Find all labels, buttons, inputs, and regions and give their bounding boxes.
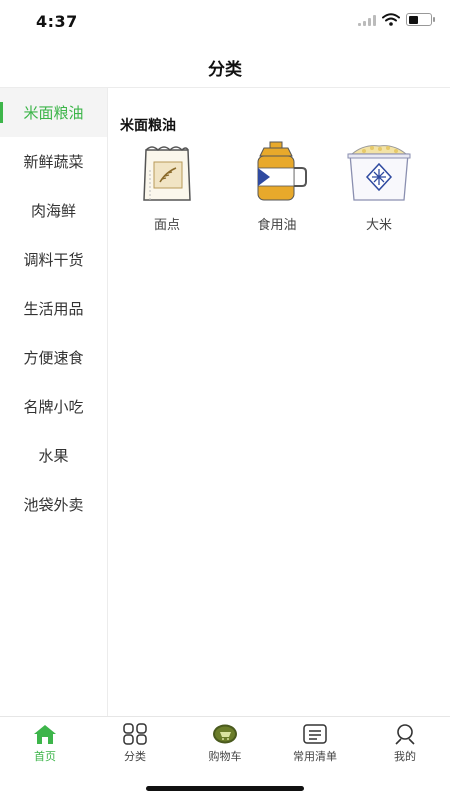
product-label: 大米 [365, 218, 392, 233]
product-flour[interactable]: 面点 [122, 140, 212, 233]
tab-profile[interactable]: 我的 [370, 723, 440, 764]
sidebar-item-instant-food[interactable]: 方便速食 [0, 333, 107, 382]
tab-label: 常用清单 [293, 750, 337, 763]
sidebar-item-fruit[interactable]: 水果 [0, 431, 107, 480]
battery-icon [406, 13, 435, 26]
cellular-signal-icon [358, 14, 376, 26]
tab-label: 首页 [34, 750, 56, 763]
grid-icon [123, 723, 147, 745]
product-label: 面点 [153, 218, 180, 233]
tab-bar: 首页 分类 购物车 常用清单 我的 [0, 716, 450, 800]
category-sidebar: 米面粮油 新鲜蔬菜 肉海鲜 调料干货 生活用品 方便速食 名牌小吃 水果 池袋外… [0, 88, 108, 716]
category-content: 米面粮油 面点 食用油 大米 [108, 88, 450, 716]
home-indicator [146, 786, 304, 791]
tab-cart[interactable]: 购物车 [190, 723, 260, 764]
rice-sack-icon [347, 145, 411, 201]
tab-label: 分类 [124, 750, 146, 763]
status-time: 4:37 [36, 12, 78, 31]
tab-category[interactable]: 分类 [100, 723, 170, 764]
tab-frequent-list[interactable]: 常用清单 [280, 723, 350, 764]
home-icon [34, 725, 56, 744]
cart-icon [213, 724, 237, 744]
product-rice[interactable]: 大米 [334, 140, 424, 233]
product-label: 食用油 [257, 218, 297, 233]
oil-bottle-icon [257, 141, 307, 201]
sidebar-item-snacks[interactable]: 名牌小吃 [0, 382, 107, 431]
section-title: 米面粮油 [120, 118, 176, 134]
list-icon [303, 724, 327, 744]
nav-bar: 分类 [0, 44, 450, 88]
sidebar-item-meat-seafood[interactable]: 肉海鲜 [0, 186, 107, 235]
page-title: 分类 [208, 60, 242, 80]
sidebar-item-daily-goods[interactable]: 生活用品 [0, 284, 107, 333]
wifi-icon [382, 13, 400, 26]
profile-icon [395, 724, 415, 745]
product-cooking-oil[interactable]: 食用油 [232, 140, 322, 233]
sidebar-item-takeout[interactable]: 池袋外卖 [0, 480, 107, 529]
tab-home[interactable]: 首页 [10, 723, 80, 764]
status-bar: 4:37 [0, 0, 450, 44]
status-icons [358, 13, 435, 26]
tab-label: 购物车 [208, 750, 242, 763]
sidebar-item-fresh-vegetables[interactable]: 新鲜蔬菜 [0, 137, 107, 186]
tab-label: 我的 [394, 750, 416, 763]
sidebar-item-seasoning[interactable]: 调料干货 [0, 235, 107, 284]
sidebar-item-rice-noodle-oil[interactable]: 米面粮油 [0, 88, 107, 137]
flour-bag-icon [143, 146, 191, 201]
